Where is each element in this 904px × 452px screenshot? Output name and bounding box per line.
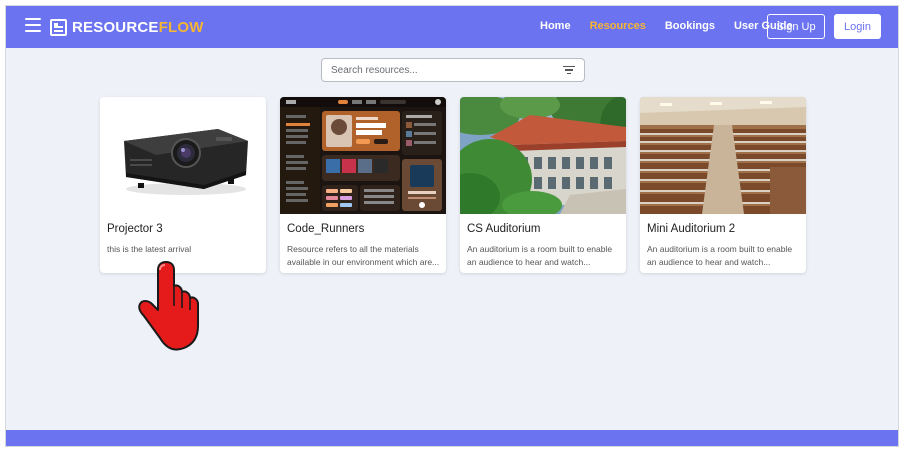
brand-name-accent: FLOW xyxy=(158,18,204,36)
search-bar xyxy=(321,58,585,82)
nav-link-bookings[interactable]: Bookings xyxy=(665,20,715,32)
card-title: Mini Auditorium 2 xyxy=(647,223,736,235)
footer-bar xyxy=(6,430,898,446)
card-title: Code_Runners xyxy=(287,223,365,235)
brand-logo[interactable]: RESOURCEFLOW xyxy=(50,16,204,38)
signup-button[interactable]: Sign Up xyxy=(767,14,825,39)
logo-icon xyxy=(50,18,67,36)
menu-icon[interactable] xyxy=(25,18,41,32)
resource-card-cs-auditorium[interactable]: CS Auditorium An auditorium is a room bu… xyxy=(460,97,626,273)
search-input[interactable] xyxy=(331,64,563,76)
music-app-screenshot-image xyxy=(280,97,446,214)
pointing-hand-cursor-icon xyxy=(138,258,200,354)
app-window: RESOURCEFLOW Home Resources Bookings Use… xyxy=(5,5,899,447)
resource-card-projector-3[interactable]: Projector 3 this is the latest arrival xyxy=(100,97,266,273)
card-title: Projector 3 xyxy=(107,223,163,235)
login-button[interactable]: Login xyxy=(834,14,881,39)
filter-icon[interactable] xyxy=(563,65,575,75)
card-description: this is the latest arrival xyxy=(107,244,192,254)
nav-link-resources[interactable]: Resources xyxy=(590,20,646,32)
card-description: An auditorium is a room built to enable … xyxy=(647,244,793,267)
projector-image xyxy=(100,97,266,214)
building-exterior-image xyxy=(460,97,626,214)
card-description: An auditorium is a room built to enable … xyxy=(467,244,613,267)
card-title: CS Auditorium xyxy=(467,223,541,235)
brand-name: RESOURCEFLOW xyxy=(72,19,204,36)
nav-link-home[interactable]: Home xyxy=(540,20,571,32)
resource-card-mini-auditorium-2[interactable]: Mini Auditorium 2 An auditorium is a roo… xyxy=(640,97,806,273)
brand-name-main: RESOURCE xyxy=(72,18,159,36)
navbar: RESOURCEFLOW Home Resources Bookings Use… xyxy=(6,6,898,48)
resource-card-code-runners[interactable]: Code_Runners Resource refers to all the … xyxy=(280,97,446,273)
lecture-hall-image xyxy=(640,97,806,214)
nav-links: Home Resources Bookings User Guide xyxy=(540,20,793,32)
card-description: Resource refers to all the materials ava… xyxy=(287,244,440,267)
